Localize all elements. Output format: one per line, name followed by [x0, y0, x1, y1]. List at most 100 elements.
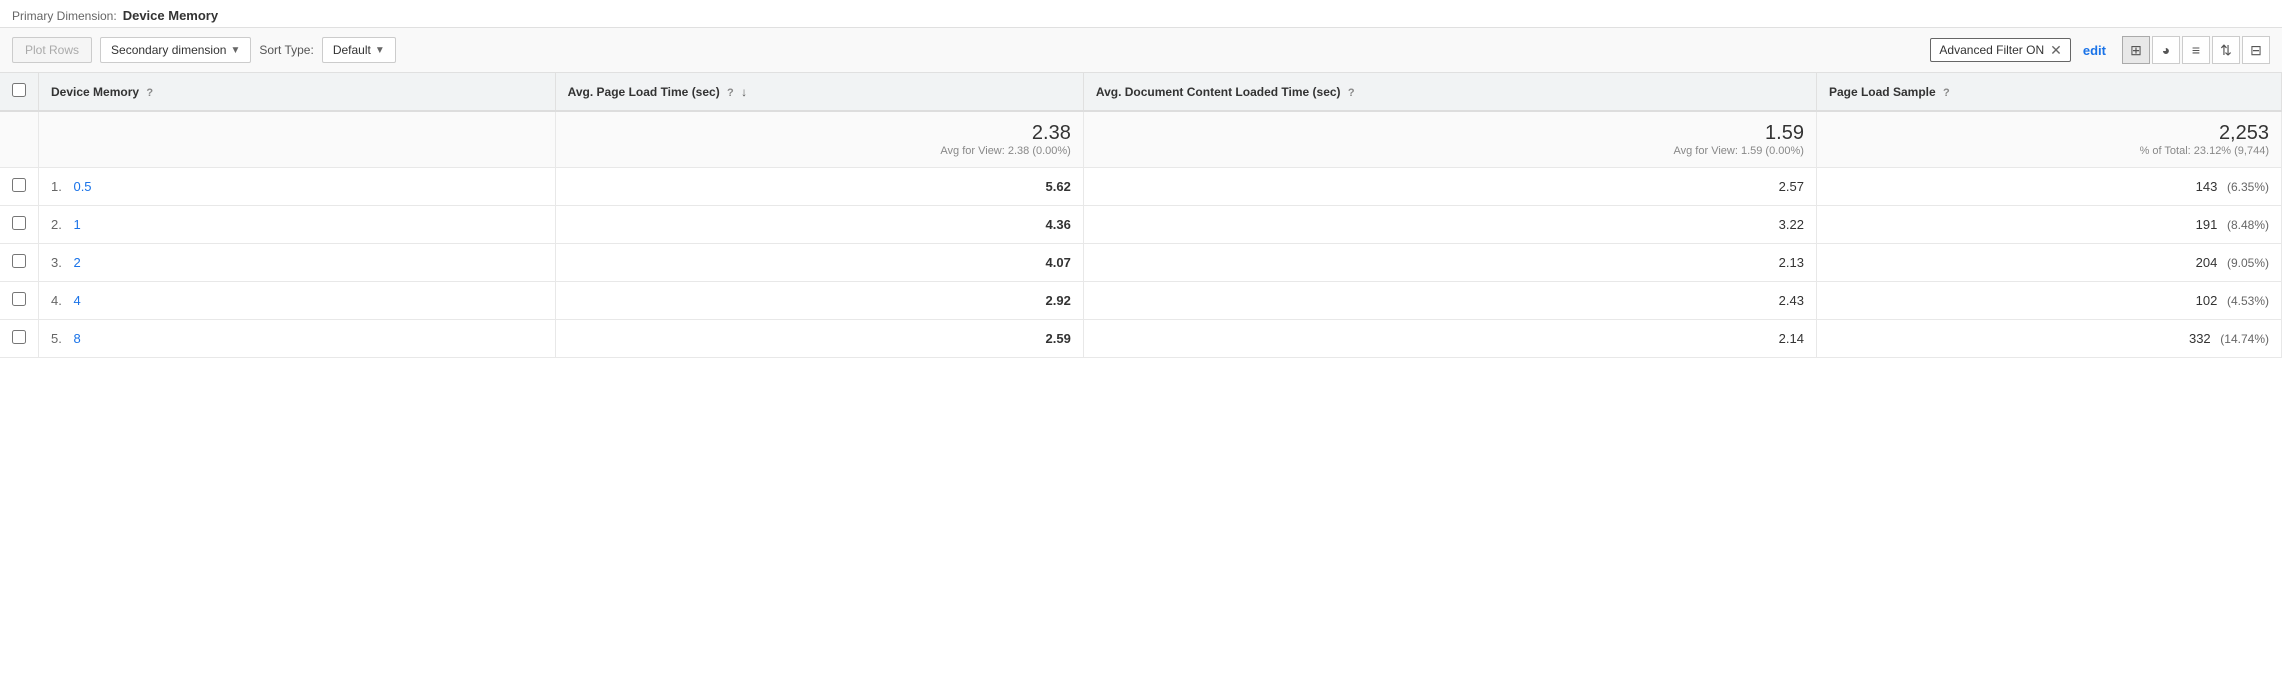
- summary-row: 2.38 Avg for View: 2.38 (0.00%) 1.59 Avg…: [0, 111, 2282, 168]
- table-row: 3. 2 4.07 2.13 204 (9.05%): [0, 244, 2282, 282]
- row-dim-cell: 1. 0.5: [39, 168, 556, 206]
- row-avg-doc-content-value: 2.57: [1779, 179, 1804, 194]
- row-dim-cell: 3. 2: [39, 244, 556, 282]
- secondary-dimension-dropdown[interactable]: Secondary dimension ▼: [100, 37, 251, 63]
- row-avg-doc-content-value: 3.22: [1779, 217, 1804, 232]
- summary-avg-page-load-value: 2.38: [568, 122, 1071, 145]
- sort-type-dropdown[interactable]: Default ▼: [322, 37, 396, 63]
- table-row: 5. 8 2.59 2.14 332 (14.74%): [0, 320, 2282, 358]
- row-page-load-sample-cell: 191 (8.48%): [1816, 206, 2281, 244]
- row-checkbox[interactable]: [12, 330, 26, 344]
- summary-checkbox-cell: [0, 111, 39, 168]
- row-page-load-sample-value: 204: [2196, 255, 2218, 270]
- row-page-load-sample-pct: (6.35%): [2227, 180, 2269, 194]
- row-page-load-sample-pct: (9.05%): [2227, 256, 2269, 270]
- filter-clear-button[interactable]: ✕: [2050, 43, 2062, 57]
- row-dim-cell: 2. 1: [39, 206, 556, 244]
- row-page-load-sample-value: 332: [2189, 331, 2211, 346]
- view-icons-group: ⊞ ◕ ≡ ⇅ ⊟: [2122, 36, 2270, 64]
- row-avg-page-load-cell: 4.07: [555, 244, 1083, 282]
- summary-avg-page-load-sub: Avg for View: 2.38 (0.00%): [568, 145, 1071, 157]
- data-table: Device Memory ? Avg. Page Load Time (sec…: [0, 73, 2282, 358]
- row-page-load-sample-pct: (14.74%): [2220, 332, 2269, 346]
- row-avg-page-load-value: 2.92: [1046, 293, 1071, 308]
- list-view-button[interactable]: ≡: [2182, 36, 2210, 64]
- row-checkbox-cell: [0, 244, 39, 282]
- summary-avg-page-load-cell: 2.38 Avg for View: 2.38 (0.00%): [555, 111, 1083, 168]
- table-view-button[interactable]: ⊞: [2122, 36, 2150, 64]
- avg-page-load-sort-icon[interactable]: ↓: [741, 85, 747, 99]
- sort-type-value: Default: [333, 43, 371, 57]
- summary-avg-doc-content-cell: 1.59 Avg for View: 1.59 (0.00%): [1083, 111, 1816, 168]
- secondary-dim-caret-icon: ▼: [230, 45, 240, 56]
- row-page-load-sample-cell: 204 (9.05%): [1816, 244, 2281, 282]
- row-avg-page-load-value: 4.36: [1046, 217, 1071, 232]
- row-page-load-sample-cell: 143 (6.35%): [1816, 168, 2281, 206]
- table-row: 4. 4 2.92 2.43 102 (4.53%): [0, 282, 2282, 320]
- primary-dim-label: Primary Dimension:: [12, 9, 117, 23]
- row-avg-page-load-value: 5.62: [1046, 179, 1071, 194]
- avg-page-load-help-icon[interactable]: ?: [727, 87, 734, 99]
- table-row: 2. 1 4.36 3.22 191 (8.48%): [0, 206, 2282, 244]
- page-load-sample-help-icon[interactable]: ?: [1943, 87, 1950, 99]
- row-dim-link[interactable]: 2: [73, 255, 80, 270]
- row-number: 1.: [51, 179, 62, 194]
- row-dim-link[interactable]: 0.5: [73, 179, 91, 194]
- header-page-load-sample: Page Load Sample ?: [1816, 73, 2281, 111]
- row-number: 5.: [51, 331, 62, 346]
- row-page-load-sample-value: 191: [2196, 217, 2218, 232]
- plot-rows-button[interactable]: Plot Rows: [12, 37, 92, 63]
- compare-view-button[interactable]: ⇅: [2212, 36, 2240, 64]
- row-page-load-sample-pct: (4.53%): [2227, 294, 2269, 308]
- avg-doc-content-help-icon[interactable]: ?: [1348, 87, 1355, 99]
- header-page-load-sample-label: Page Load Sample: [1829, 85, 1936, 99]
- header-avg-doc-content: Avg. Document Content Loaded Time (sec) …: [1083, 73, 1816, 111]
- summary-page-load-sample-cell: 2,253 % of Total: 23.12% (9,744): [1816, 111, 2281, 168]
- select-all-checkbox[interactable]: [12, 83, 26, 97]
- row-checkbox[interactable]: [12, 178, 26, 192]
- summary-page-load-sample-value: 2,253: [1829, 122, 2269, 145]
- header-checkbox-cell: [0, 73, 39, 111]
- top-bar: Primary Dimension: Device Memory: [0, 0, 2282, 28]
- row-checkbox[interactable]: [12, 254, 26, 268]
- table-row: 1. 0.5 5.62 2.57 143 (6.35%): [0, 168, 2282, 206]
- row-number: 4.: [51, 293, 62, 308]
- edit-filter-link[interactable]: edit: [2083, 43, 2106, 58]
- device-memory-help-icon[interactable]: ?: [146, 87, 153, 99]
- row-page-load-sample-value: 143: [2196, 179, 2218, 194]
- header-device-memory-label: Device Memory: [51, 85, 139, 99]
- row-avg-page-load-cell: 5.62: [555, 168, 1083, 206]
- row-dim-cell: 4. 4: [39, 282, 556, 320]
- row-page-load-sample-pct: (8.48%): [2227, 218, 2269, 232]
- sort-type-caret-icon: ▼: [375, 45, 385, 56]
- header-avg-page-load-label: Avg. Page Load Time (sec): [568, 85, 720, 99]
- pivot-view-button[interactable]: ⊟: [2242, 36, 2270, 64]
- header-device-memory: Device Memory ?: [39, 73, 556, 111]
- row-checkbox-cell: [0, 282, 39, 320]
- pie-view-button[interactable]: ◕: [2152, 36, 2180, 64]
- row-dim-link[interactable]: 4: [73, 293, 80, 308]
- advanced-filter-input[interactable]: Advanced Filter ON ✕: [1930, 38, 2070, 62]
- row-avg-doc-content-cell: 3.22: [1083, 206, 1816, 244]
- header-avg-page-load: Avg. Page Load Time (sec) ? ↓: [555, 73, 1083, 111]
- table-header-row: Device Memory ? Avg. Page Load Time (sec…: [0, 73, 2282, 111]
- row-checkbox-cell: [0, 206, 39, 244]
- row-checkbox[interactable]: [12, 292, 26, 306]
- row-dim-link[interactable]: 1: [73, 217, 80, 232]
- row-avg-doc-content-value: 2.14: [1779, 331, 1804, 346]
- row-dim-cell: 5. 8: [39, 320, 556, 358]
- row-checkbox[interactable]: [12, 216, 26, 230]
- row-dim-link[interactable]: 8: [73, 331, 80, 346]
- secondary-dimension-label: Secondary dimension: [111, 43, 226, 57]
- row-avg-doc-content-cell: 2.14: [1083, 320, 1816, 358]
- row-avg-doc-content-cell: 2.13: [1083, 244, 1816, 282]
- toolbar: Plot Rows Secondary dimension ▼ Sort Typ…: [0, 28, 2282, 73]
- primary-dim-value: Device Memory: [123, 8, 218, 23]
- summary-avg-doc-content-sub: Avg for View: 1.59 (0.00%): [1096, 145, 1804, 157]
- row-avg-page-load-value: 2.59: [1046, 331, 1071, 346]
- row-avg-page-load-cell: 4.36: [555, 206, 1083, 244]
- row-number: 3.: [51, 255, 62, 270]
- row-avg-doc-content-cell: 2.57: [1083, 168, 1816, 206]
- row-page-load-sample-cell: 102 (4.53%): [1816, 282, 2281, 320]
- row-avg-doc-content-value: 2.13: [1779, 255, 1804, 270]
